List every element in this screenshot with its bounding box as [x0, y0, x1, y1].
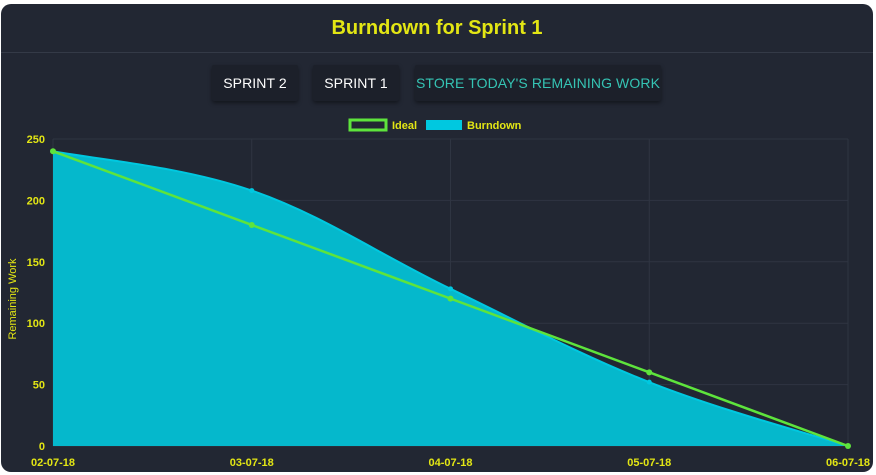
legend-burndown-label: Burndown [467, 120, 522, 132]
legend-burndown-swatch [426, 120, 462, 130]
burndown-point [249, 188, 255, 194]
ideal-point [248, 221, 255, 228]
burndown-chart: 0 50 100 150 200 250 02-07-18 03-07-18 04-07-18… [7, 118, 870, 469]
x-tick-label: 05-07-18 [627, 457, 671, 469]
y-tick-label: 150 [27, 257, 45, 269]
legend-ideal-swatch [348, 118, 388, 132]
y-tick-label: 250 [27, 134, 45, 146]
burndown-point [448, 286, 453, 292]
y-axis-ticks: 0 50 100 150 200 250 [27, 134, 45, 453]
ideal-point [447, 295, 454, 302]
ideal-point [50, 148, 56, 155]
burndown-card: Burndown for Sprint 1 SPRINT 2 SPRINT 1 … [1, 4, 873, 472]
x-tick-label: 06-07-18 [826, 457, 870, 469]
y-tick-label: 0 [39, 441, 45, 453]
y-tick-label: 200 [27, 195, 45, 207]
ideal-point [845, 443, 851, 449]
burndown-point [646, 379, 652, 385]
y-tick-label: 50 [33, 380, 45, 392]
x-tick-label: 03-07-18 [230, 457, 274, 469]
ideal-point [646, 369, 653, 376]
x-tick-label: 04-07-18 [428, 457, 472, 469]
y-axis-label: Remaining Work [7, 258, 19, 340]
legend-ideal-label: Ideal [392, 120, 417, 132]
legend: Ideal Burndown [348, 118, 522, 132]
x-tick-label: 02-07-18 [31, 457, 75, 469]
y-tick-label: 100 [27, 318, 45, 330]
x-axis-ticks: 02-07-18 03-07-18 04-07-18 05-07-18 06-07-18 [31, 457, 870, 469]
